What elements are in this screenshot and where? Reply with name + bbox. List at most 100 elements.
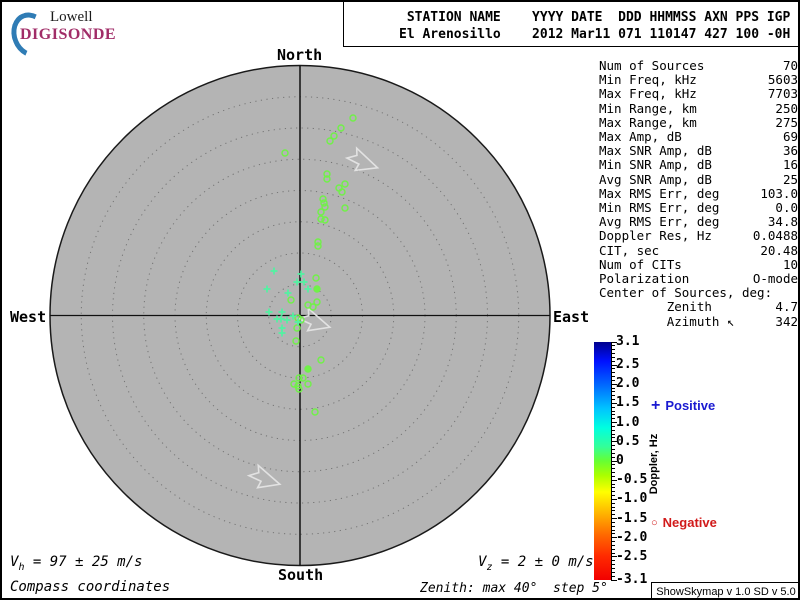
stat-row: Doppler Res, Hz 0.0488 xyxy=(599,229,798,243)
stat-label: Max RMS Err, deg xyxy=(599,185,720,201)
colorbar-tick-label: 2.5 xyxy=(616,356,640,372)
stat-label: Center of Sources, deg: xyxy=(599,285,773,301)
colorbar-tick-label: -1.5 xyxy=(616,510,648,526)
stat-value: 20.48 xyxy=(760,242,798,258)
colorbar-minor-tick xyxy=(611,506,615,508)
colorbar-minor-tick xyxy=(611,429,615,431)
stat-value: 250 xyxy=(775,100,798,116)
colorbar-minor-tick xyxy=(611,418,615,420)
source-point-negative xyxy=(313,285,321,293)
stat-row: Max Range, km 275 xyxy=(599,114,798,130)
colorbar-minor-tick xyxy=(611,464,615,466)
colorbar-minor-tick xyxy=(611,483,615,485)
colorbar-tick-label: 3.1 xyxy=(616,333,640,349)
stat-row: Max Amp, dB 69 xyxy=(599,129,798,144)
stat-label: Avg SNR Amp, dB xyxy=(599,171,712,187)
colorbar-minor-tick xyxy=(611,571,615,573)
colorbar-minor-tick xyxy=(611,425,615,427)
app-version-label: ShowSkymap v 1.0 SD v 5.0 xyxy=(651,582,798,598)
colorbar-minor-tick xyxy=(611,541,615,543)
colorbar-minor-tick xyxy=(611,372,615,374)
stat-value: 25 xyxy=(782,171,798,187)
source-point-negative xyxy=(304,365,312,373)
stat-value: 103.0 xyxy=(760,185,798,201)
colorbar-minor-tick xyxy=(611,345,615,347)
legend-negative: ○ Negative xyxy=(651,515,717,530)
colorbar-minor-tick xyxy=(611,399,615,401)
stat-value: O-mode xyxy=(752,271,798,287)
station-header-values: El Arenosillo 2012 Mar11 071 110147 427 … xyxy=(399,27,791,42)
stat-value: 7703 xyxy=(767,86,798,102)
stat-value: 0.0 xyxy=(775,200,798,216)
colorbar-minor-tick xyxy=(611,433,615,435)
colorbar-minor-tick xyxy=(611,552,615,554)
stat-row: Zenith 4.7 xyxy=(599,300,798,314)
stat-label: Max Range, km xyxy=(599,114,697,130)
colorbar-minor-tick xyxy=(611,529,615,531)
compass-label-west: West xyxy=(10,308,47,326)
stat-value: 275 xyxy=(775,114,798,130)
colorbar-minor-tick xyxy=(611,410,615,412)
colorbar-minor-tick xyxy=(611,391,615,393)
colorbar-tick-label: -0.5 xyxy=(616,472,648,488)
colorbar-minor-tick xyxy=(611,533,615,535)
colorbar-tick-label: -3.1 xyxy=(616,571,648,587)
stat-label: Zenith xyxy=(599,299,712,315)
stat-row: Max SNR Amp, dB 36 xyxy=(599,144,798,158)
colorbar-minor-tick xyxy=(611,368,615,370)
colorbar-minor-tick xyxy=(611,472,615,474)
stat-value: 36 xyxy=(782,143,798,159)
colorbar-tick-label: -1.0 xyxy=(616,491,648,507)
positive-marker-icon: + xyxy=(651,396,661,414)
stat-label: Num of CITs xyxy=(599,256,682,272)
colorbar-minor-tick xyxy=(611,448,615,450)
colorbar-minor-tick xyxy=(611,548,615,550)
stat-row: Min RMS Err, deg 0.0 xyxy=(599,200,798,216)
colorbar-minor-tick xyxy=(611,406,615,408)
stat-label: Max SNR Amp, dB xyxy=(599,143,712,159)
colorbar-minor-tick xyxy=(611,567,615,569)
colorbar-minor-tick xyxy=(611,353,615,355)
stat-row: Max Freq, kHz 7703 xyxy=(599,87,798,101)
stat-row: Avg RMS Err, deg 34.8 xyxy=(599,215,798,229)
colorbar-tick-label: 1.0 xyxy=(616,414,640,430)
stat-row: Avg SNR Amp, dB 25 xyxy=(599,171,798,187)
colorbar-minor-tick xyxy=(611,414,615,416)
colorbar-minor-tick xyxy=(611,445,615,447)
colorbar-tick-label: 2.0 xyxy=(616,376,640,392)
colorbar-tick-label: -2.5 xyxy=(616,548,648,564)
header-divider-vertical xyxy=(343,2,344,46)
stat-row: Azimuth ↖ 342 xyxy=(599,314,798,329)
colorbar-minor-tick xyxy=(611,468,615,470)
stat-row: Center of Sources, deg: xyxy=(599,286,798,300)
stat-value: 10 xyxy=(782,256,798,272)
stat-row: Min Freq, kHz 5603 xyxy=(599,73,798,87)
colorbar-minor-tick xyxy=(611,514,615,516)
stat-row: Max RMS Err, deg 103.0 xyxy=(599,185,798,201)
colorbar-minor-tick xyxy=(611,395,615,397)
stat-value: 34.8 xyxy=(767,214,798,230)
stat-row: Num of Sources 70 xyxy=(599,58,798,73)
legend-positive-label: Positive xyxy=(665,398,716,413)
skymap-window: Lowell DIGISONDE STATION NAME YYYY DATE … xyxy=(0,0,800,600)
vertical-velocity-readout: Vz = 2 ± 0 m/s xyxy=(478,554,594,573)
station-header: STATION NAME YYYY DATE DDD HHMMSS AXN PP… xyxy=(399,9,790,43)
colorbar-minor-tick xyxy=(611,544,615,546)
colorbar-title: Doppler, Hz xyxy=(648,433,660,495)
negative-marker-icon: ○ xyxy=(651,516,658,529)
stat-row: Min SNR Amp, dB 16 xyxy=(599,158,798,172)
zenith-scale-note: Zenith: max 40° step 5° xyxy=(420,581,608,596)
colorbar-minor-tick xyxy=(611,487,615,489)
stat-value: 16 xyxy=(782,157,798,173)
colorbar-minor-tick xyxy=(611,510,615,512)
colorbar-minor-tick xyxy=(611,491,615,493)
station-header-columns: STATION NAME YYYY DATE DDD HHMMSS AXN PP… xyxy=(399,10,791,25)
stat-label: Avg RMS Err, deg xyxy=(599,214,720,230)
colorbar-minor-tick xyxy=(611,502,615,504)
colorbar-minor-tick xyxy=(611,452,615,454)
stat-label: CIT, sec xyxy=(599,242,660,258)
stat-row: CIT, sec 20.48 xyxy=(599,242,798,258)
stat-label: Min RMS Err, deg xyxy=(599,200,720,216)
stat-label: Doppler Res, Hz xyxy=(599,228,712,244)
stat-value: 4.7 xyxy=(775,299,798,315)
